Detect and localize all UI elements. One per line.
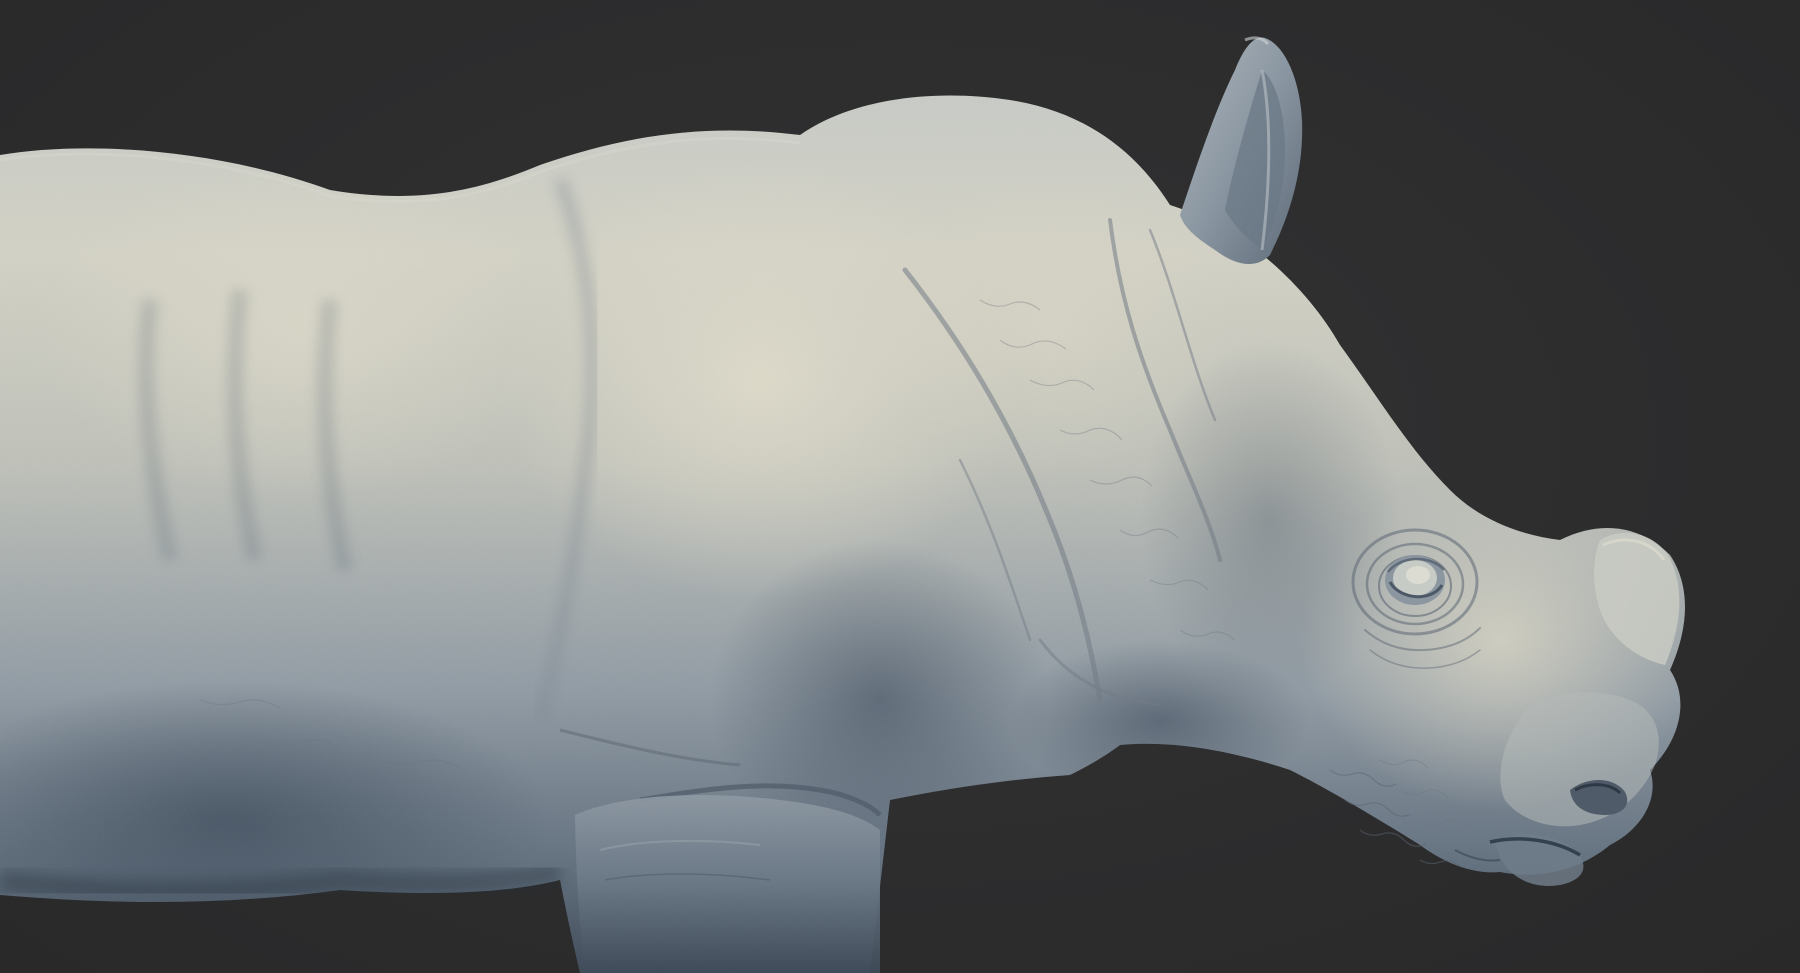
sculpt-viewport	[0, 0, 1800, 973]
rhino-eye	[1385, 555, 1445, 605]
rhino-sculpt-render	[0, 36, 1685, 973]
rhino-ear	[1180, 36, 1303, 265]
rhino-front-leg	[575, 795, 880, 973]
rhino-body	[0, 95, 1685, 973]
